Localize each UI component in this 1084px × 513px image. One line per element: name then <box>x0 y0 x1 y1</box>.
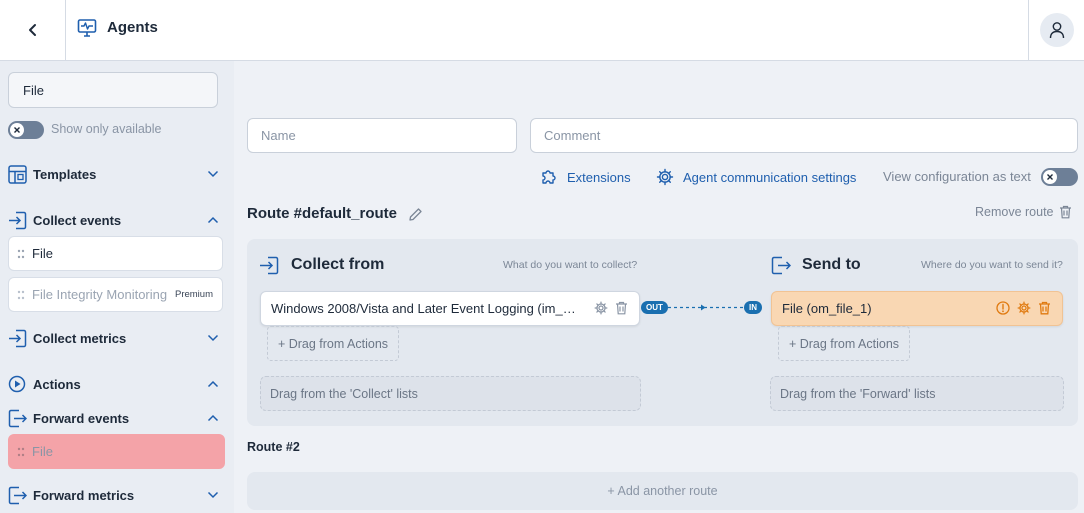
sign-out-icon <box>8 409 27 427</box>
sign-in-icon <box>9 329 27 347</box>
list-item-label: File <box>32 444 53 459</box>
add-route-label: + Add another route <box>607 484 718 498</box>
section-forward-events-label: Forward events <box>33 410 130 426</box>
section-collect-metrics[interactable]: Collect metrics <box>0 325 234 351</box>
play-circle-icon <box>8 375 26 393</box>
input-node-label: Windows 2008/Vista and Later Event Loggi… <box>271 301 581 316</box>
remove-route-label: Remove route <box>975 205 1054 219</box>
section-collect-events[interactable]: Collect events <box>0 207 234 233</box>
section-collect-metrics-label: Collect metrics <box>33 330 127 346</box>
route-title-text: Route #default_route <box>247 205 398 222</box>
x-icon <box>14 127 20 133</box>
pencil-icon[interactable] <box>408 207 423 222</box>
extensions-link[interactable]: Extensions <box>540 168 631 186</box>
puzzle-icon <box>542 170 556 184</box>
send-to-title: Send to <box>802 256 861 273</box>
chevron-up-icon <box>207 216 219 224</box>
drag-actions-zone-output[interactable]: + Drag from Actions <box>778 326 910 361</box>
search-input[interactable] <box>8 72 218 108</box>
drag-handle-icon <box>17 249 25 259</box>
section-templates-label: Templates <box>33 166 97 182</box>
section-forward-metrics-label: Forward metrics <box>33 487 135 503</box>
warning-circle-icon[interactable] <box>996 301 1010 315</box>
remove-route-button[interactable]: Remove route <box>975 205 1072 219</box>
show-only-available-label: Show only available <box>51 122 162 136</box>
connector-line <box>668 304 744 311</box>
output-node-label: File (om_file_1) <box>782 301 872 316</box>
user-menu <box>1028 0 1084 60</box>
page-title: Agents <box>107 19 158 36</box>
input-node[interactable]: Windows 2008/Vista and Later Event Loggi… <box>260 291 640 326</box>
drag-handle-icon <box>17 290 25 300</box>
chevron-down-icon <box>207 491 219 499</box>
collect-from-hint: What do you want to collect? <box>503 259 638 271</box>
trash-icon <box>1059 205 1071 219</box>
list-item-label: File Integrity Monitoring <box>32 287 168 302</box>
premium-badge: Premium <box>174 289 213 300</box>
back-button[interactable] <box>0 0 66 60</box>
gear-icon <box>656 168 674 186</box>
trash-icon[interactable] <box>615 301 628 315</box>
chevron-down-icon <box>207 170 219 178</box>
agent-communication-settings-link[interactable]: Agent communication settings <box>656 168 856 186</box>
sidebar: Show only available Templates Collect ev… <box>0 61 234 513</box>
user-icon <box>1049 22 1064 39</box>
monitor-pulse-icon <box>77 19 97 37</box>
section-forward-events[interactable]: Forward events <box>0 405 234 431</box>
sign-out-icon <box>8 486 27 504</box>
gear-icon[interactable] <box>1017 301 1031 315</box>
chevron-up-icon <box>207 414 219 422</box>
drag-actions-zone-input[interactable]: + Drag from Actions <box>267 326 399 361</box>
section-actions-label: Actions <box>33 376 81 392</box>
section-templates[interactable]: Templates <box>0 161 234 187</box>
add-route-button[interactable]: + Add another route <box>247 472 1078 510</box>
chevron-up-icon <box>207 380 219 388</box>
route-title: Route #default_route <box>247 205 397 222</box>
drag-collect-zone[interactable]: Drag from the 'Collect' lists <box>260 376 641 411</box>
layout-icon <box>8 164 27 184</box>
drag-forward-zone[interactable]: Drag from the 'Forward' lists <box>770 376 1064 411</box>
trash-icon[interactable] <box>1038 301 1051 315</box>
agent-communication-settings-label: Agent communication settings <box>683 169 857 185</box>
chevron-left-icon <box>28 24 36 36</box>
output-node[interactable]: File (om_file_1) <box>771 291 1063 326</box>
out-port[interactable]: OUT <box>641 301 668 314</box>
section-actions[interactable]: Actions <box>0 371 234 397</box>
name-input[interactable] <box>247 118 517 153</box>
top-header: Agents <box>0 0 1084 61</box>
comment-input[interactable] <box>530 118 1078 153</box>
send-to-hint: Where do you want to send it? <box>921 259 1063 271</box>
route-2-title: Route #2 <box>247 440 300 454</box>
view-as-text-label: View configuration as text <box>883 169 1031 184</box>
chevron-down-icon <box>207 334 219 342</box>
list-item-label: File <box>32 246 53 261</box>
x-icon <box>1047 174 1053 180</box>
section-forward-metrics[interactable]: Forward metrics <box>0 482 234 508</box>
sign-in-icon <box>260 256 279 275</box>
list-item-collect-file[interactable]: File <box>8 236 223 271</box>
sign-out-icon <box>771 256 791 275</box>
list-item-forward-file[interactable]: File <box>8 434 225 469</box>
view-as-text-toggle[interactable] <box>1041 168 1078 186</box>
list-item-file-integrity-monitoring[interactable]: File Integrity Monitoring Premium <box>8 277 223 312</box>
sign-in-icon <box>9 211 27 229</box>
show-only-available-toggle[interactable] <box>8 121 44 139</box>
in-port[interactable]: IN <box>744 301 762 314</box>
gear-icon[interactable] <box>594 301 608 315</box>
drag-handle-icon <box>17 447 25 457</box>
avatar[interactable] <box>1039 13 1074 47</box>
collect-from-title: Collect from <box>291 256 385 273</box>
section-collect-events-label: Collect events <box>33 212 122 228</box>
extensions-label: Extensions <box>567 169 631 185</box>
